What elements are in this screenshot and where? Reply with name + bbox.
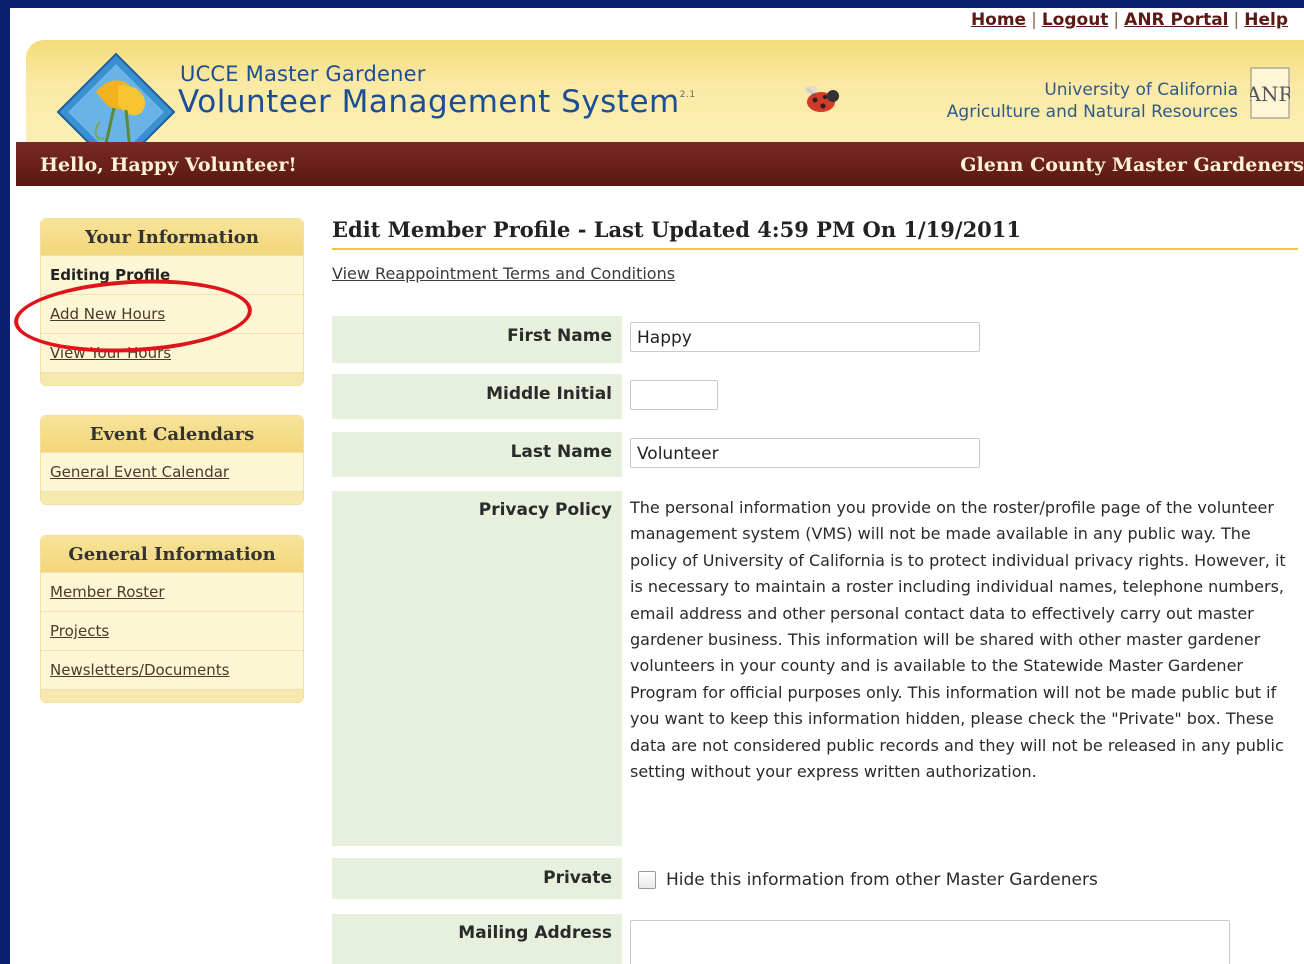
page-title: Edit Member Profile - Last Updated 4:59 …: [332, 208, 1298, 250]
last-name-row: Last Name Volunteer: [332, 432, 1298, 478]
sidebar-item-newsletters: Newsletters/Documents: [41, 650, 303, 689]
privacy-policy-label: Privacy Policy: [332, 491, 622, 847]
version-label: 2.1: [679, 90, 696, 100]
private-checkbox-label: Hide this information from other Master …: [666, 870, 1098, 890]
title-line-1: UCCE Master Gardener: [180, 62, 426, 86]
private-checkbox[interactable]: [638, 871, 656, 889]
mailing-address-field-wrap: [630, 920, 1230, 964]
mailing-address-row: Mailing Address: [332, 914, 1298, 964]
help-link[interactable]: Help: [1244, 10, 1288, 30]
last-name-input[interactable]: Volunteer: [630, 438, 980, 468]
system-name: Volunteer Management System: [178, 84, 680, 120]
privacy-policy-row: Privacy Policy The personal information …: [332, 491, 1298, 847]
mailing-address-input[interactable]: [630, 920, 1230, 964]
logout-link[interactable]: Logout: [1042, 10, 1109, 30]
sidebar-general-information: General Information Member Roster Projec…: [40, 535, 304, 703]
first-name-input[interactable]: Happy: [630, 322, 980, 352]
member-roster-link[interactable]: Member Roster: [50, 583, 165, 601]
sidebar-box-footer: [41, 372, 303, 385]
anr-portal-link[interactable]: ANR Portal: [1124, 10, 1228, 30]
sidebar-heading: General Information: [41, 536, 303, 572]
private-row: Private Hide this information from other…: [332, 858, 1298, 900]
sidebar-item-add-new-hours: Add New Hours: [41, 294, 303, 333]
home-link[interactable]: Home: [971, 10, 1026, 30]
middle-initial-label: Middle Initial: [332, 374, 622, 420]
sidebar-box-footer: [41, 689, 303, 702]
newsletters-documents-link[interactable]: Newsletters/Documents: [50, 661, 229, 679]
sidebar-heading: Your Information: [41, 219, 303, 255]
sidebar-item-general-event-calendar: General Event Calendar: [41, 452, 303, 491]
middle-initial-field-wrap: [630, 380, 718, 410]
reappointment-terms-link[interactable]: View Reappointment Terms and Conditions: [332, 264, 675, 283]
private-label: Private: [332, 858, 622, 900]
top-nav: Home | Logout | ANR Portal | Help: [971, 10, 1288, 30]
ladybug-icon: [805, 86, 839, 112]
greeting: Hello, Happy Volunteer!: [40, 154, 297, 176]
title-line-2: Volunteer Management System2.1: [178, 84, 696, 120]
sidebar-item-editing-profile: Editing Profile: [41, 255, 303, 294]
last-name-field-wrap: Volunteer: [630, 438, 980, 468]
first-name-field-wrap: Happy: [630, 322, 980, 352]
middle-initial-input[interactable]: [630, 380, 718, 410]
sidebar-item-projects: Projects: [41, 611, 303, 650]
county-name: Glenn County Master Gardeners: [960, 154, 1304, 176]
sidebar-event-calendars: Event Calendars General Event Calendar: [40, 415, 304, 505]
greeting-bar: Hello, Happy Volunteer! Glenn County Mas…: [16, 142, 1304, 186]
anr-name: Agriculture and Natural Resources: [946, 102, 1238, 122]
sidebar-heading: Event Calendars: [41, 416, 303, 452]
uc-name: University of California: [1044, 80, 1238, 100]
sidebar-item-view-your-hours: View Your Hours: [41, 333, 303, 372]
main-content: Edit Member Profile - Last Updated 4:59 …: [332, 208, 1298, 964]
terms-row: View Reappointment Terms and Conditions: [332, 264, 1298, 283]
view-your-hours-link[interactable]: View Your Hours: [50, 344, 171, 362]
sidebar-your-information: Your Information Editing Profile Add New…: [40, 218, 304, 386]
anr-logo-icon: ANR: [1250, 67, 1290, 119]
first-name-row: First Name Happy: [332, 316, 1298, 364]
first-name-label: First Name: [332, 316, 622, 364]
general-event-calendar-link[interactable]: General Event Calendar: [50, 463, 229, 481]
nav-separator: |: [1233, 10, 1240, 30]
add-new-hours-link[interactable]: Add New Hours: [50, 305, 165, 323]
nav-separator: |: [1113, 10, 1120, 30]
anr-logo-text: ANR: [1250, 82, 1290, 106]
middle-initial-row: Middle Initial: [332, 374, 1298, 420]
sidebar-item-member-roster: Member Roster: [41, 572, 303, 611]
site-header: UCCE Master Gardener Volunteer Managemen…: [26, 40, 1304, 172]
sidebar-box-footer: [41, 491, 303, 504]
last-name-label: Last Name: [332, 432, 622, 478]
page: Home | Logout | ANR Portal | Help UCCE Master …: [10, 8, 1304, 964]
projects-link[interactable]: Projects: [50, 622, 109, 640]
privacy-policy-text: The personal information you provide on …: [630, 498, 1286, 782]
nav-separator: |: [1031, 10, 1037, 30]
mailing-address-label: Mailing Address: [332, 914, 622, 964]
